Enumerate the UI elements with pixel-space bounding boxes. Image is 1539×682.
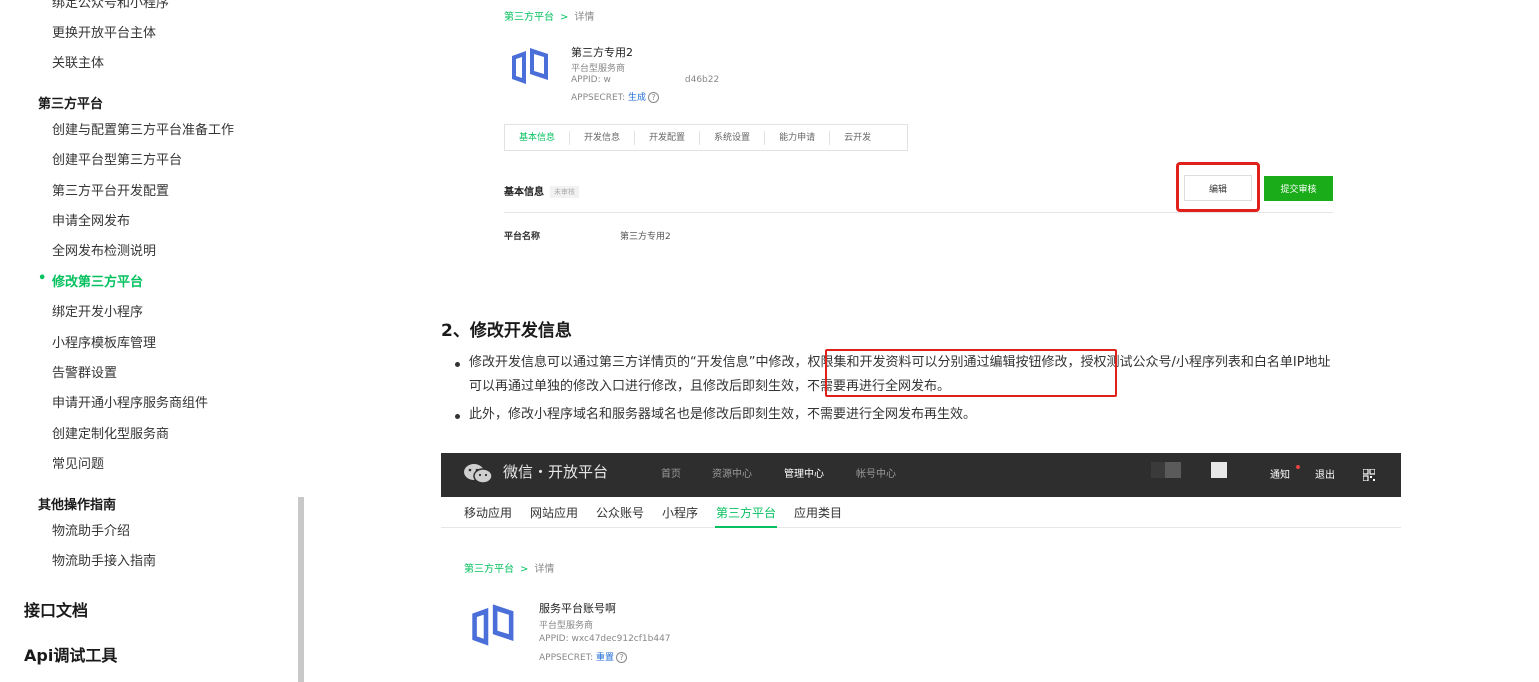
subnav-mobile-app[interactable]: 移动应用 [464,504,512,521]
account-appid: APPID: wxc47dec912cf1b447 [539,634,671,644]
breadcrumb-current: 详情 [574,12,595,23]
subnav-web-app[interactable]: 网站应用 [530,504,578,521]
subnav: 移动应用 网站应用 公众账号 小程序 第三方平台 应用类目 [441,497,1401,528]
tab-dev-info[interactable]: 开发信息 [570,130,636,145]
sidebar-item-api-docs[interactable]: 接口文档 [24,597,88,621]
sidebar-item-template-lib[interactable]: 小程序模板库管理 [52,332,156,351]
appsecret-label: APPSECRET: [571,93,629,103]
notify-link[interactable]: 通知 [1270,466,1290,481]
platform-logo-icon [470,601,518,653]
wechat-logo-icon [463,463,493,489]
bullet-text-2: 此外，修改小程序域名和服务器域名也是修改后即刻生效，不需要进行全网发布再生效。 [469,407,977,422]
field-label-platform-name: 平台名称 [504,232,541,242]
account-appsecret: APPSECRET: 生成? [571,90,660,103]
sidebar-item-bind-accounts[interactable]: 绑定公众号和小程序 [52,0,169,11]
sidebar-item-alert-group[interactable]: 告警群设置 [52,362,117,381]
breadcrumb-link[interactable]: 第三方平台 [464,564,514,575]
highlight-box-text [825,349,1117,397]
avatar[interactable] [1165,462,1181,478]
sidebar-item-dev-config[interactable]: 第三方平台开发配置 [52,180,169,199]
sidebar-item-service-component[interactable]: 申请开通小程序服务商组件 [52,392,208,411]
account-appid: APPID: w d46b22 [571,75,719,85]
subnav-official-account[interactable]: 公众账号 [596,504,644,521]
tab-capability[interactable]: 能力申请 [765,130,831,145]
divider [504,212,1333,213]
bullet-dot [455,414,460,419]
subnav-third-party[interactable]: 第三方平台 [716,504,776,521]
bullet-dot [455,362,460,367]
breadcrumb-link[interactable]: 第三方平台 [504,12,554,23]
detail-tabs: 基本信息 开发信息 开发配置 系统设置 能力申请 云开发 [504,124,908,151]
breadcrumb-current: 详情 [534,564,555,575]
nav-resources[interactable]: 资源中心 [712,465,752,480]
tab-dev-config[interactable]: 开发配置 [635,130,701,145]
sidebar-group-other[interactable]: 其他操作指南 [38,494,116,513]
nav-management[interactable]: 管理中心 [784,465,824,480]
breadcrumb-separator: > [560,12,569,23]
help-icon[interactable]: ? [616,652,628,663]
sidebar-item-faq[interactable]: 常见问题 [52,453,104,472]
logout-link[interactable]: 退出 [1315,466,1335,481]
sidebar-item-release-check[interactable]: 全网发布检测说明 [52,240,156,259]
sidebar-item-linked-entity[interactable]: 关联主体 [52,52,104,71]
appsecret-label: APPSECRET: [539,653,597,663]
appsecret-generate-link[interactable]: 生成 [628,93,646,103]
account-appsecret: APPSECRET: 重置? [539,650,628,663]
subnav-active-indicator [715,526,777,528]
tab-system-settings[interactable]: 系统设置 [700,130,766,145]
account-name: 服务平台账号啊 [539,602,616,615]
brand-title[interactable]: 微信・开放平台 [503,461,608,482]
submit-review-button[interactable]: 提交审核 [1264,176,1333,201]
appid-prefix: w [603,75,611,85]
bullet1-part1: 修改开发信息可以通过第三方详情页的“开发信息”中修改， [469,355,808,370]
tab-cloud-dev[interactable]: 云开发 [830,131,885,145]
account-type: 平台型服务商 [571,64,626,74]
bullet1-line2a: 可以再通过单独的修改入口进行修改，且修改后即刻生效， [469,379,808,394]
highlight-box-edit [1176,162,1260,212]
nav-account[interactable]: 帐号中心 [856,465,896,480]
section-title-text: 基本信息 [504,187,544,198]
sidebar-item-logistics-intro[interactable]: 物流助手介绍 [52,520,130,539]
subnav-app-category[interactable]: 应用类目 [794,504,842,521]
nav-home[interactable]: 首页 [661,465,681,480]
sidebar-item-logistics-guide[interactable]: 物流助手接入指南 [52,550,156,569]
section-title-basic-info: 基本信息 未审核 [504,183,579,198]
breadcrumb-separator: > [520,564,529,575]
account-type: 平台型服务商 [539,621,594,631]
appid-label: APPID: [571,75,604,85]
subnav-miniprogram[interactable]: 小程序 [662,504,698,521]
section-heading: 2、修改开发信息 [441,321,572,341]
status-badge: 未审核 [550,186,579,198]
field-value-platform-name: 第三方专用2 [620,232,671,242]
sidebar-item-modify-platform[interactable]: 修改第三方平台 [38,271,143,290]
platform-logo-icon [510,46,552,90]
notification-dot-icon [1296,465,1300,469]
appid-suffix: d46b22 [684,75,720,85]
user-icon[interactable] [1211,462,1227,478]
sidebar-item-bind-dev-miniprogram[interactable]: 绑定开发小程序 [52,301,143,320]
breadcrumb: 第三方平台 > 详情 [504,8,594,23]
sidebar-item-apply-release[interactable]: 申请全网发布 [52,210,130,229]
sidebar-item-change-entity[interactable]: 更换开放平台主体 [52,22,156,41]
screenshot-platform-detail: 第三方平台 > 详情 第三方专用2 平台型服务商 APPID: w d46b22 AP… [441,0,1401,258]
help-icon[interactable]: ? [648,92,660,103]
account-name: 第三方专用2 [571,46,633,59]
sidebar-group-third-party[interactable]: 第三方平台 [38,93,103,112]
sidebar-scrollbar[interactable] [298,497,304,682]
qrcode-icon[interactable] [1362,466,1376,482]
sidebar-item-custom-provider[interactable]: 创建定制化型服务商 [52,423,169,442]
doc-sidebar: 绑定公众号和小程序 更换开放平台主体 关联主体 第三方平台 创建与配置第三方平台… [0,0,300,682]
sidebar-item-create-platform[interactable]: 创建平台型第三方平台 [52,149,182,168]
tab-basic-info[interactable]: 基本信息 [505,130,571,145]
breadcrumb: 第三方平台 > 详情 [464,560,554,575]
open-platform-topbar: 微信・开放平台 首页 资源中心 管理中心 帐号中心 通知 退出 [441,453,1401,497]
sidebar-item-api-debug[interactable]: Api调试工具 [24,642,117,666]
appsecret-reset-link[interactable]: 重置 [596,653,614,663]
sidebar-item-prep[interactable]: 创建与配置第三方平台准备工作 [52,119,234,138]
